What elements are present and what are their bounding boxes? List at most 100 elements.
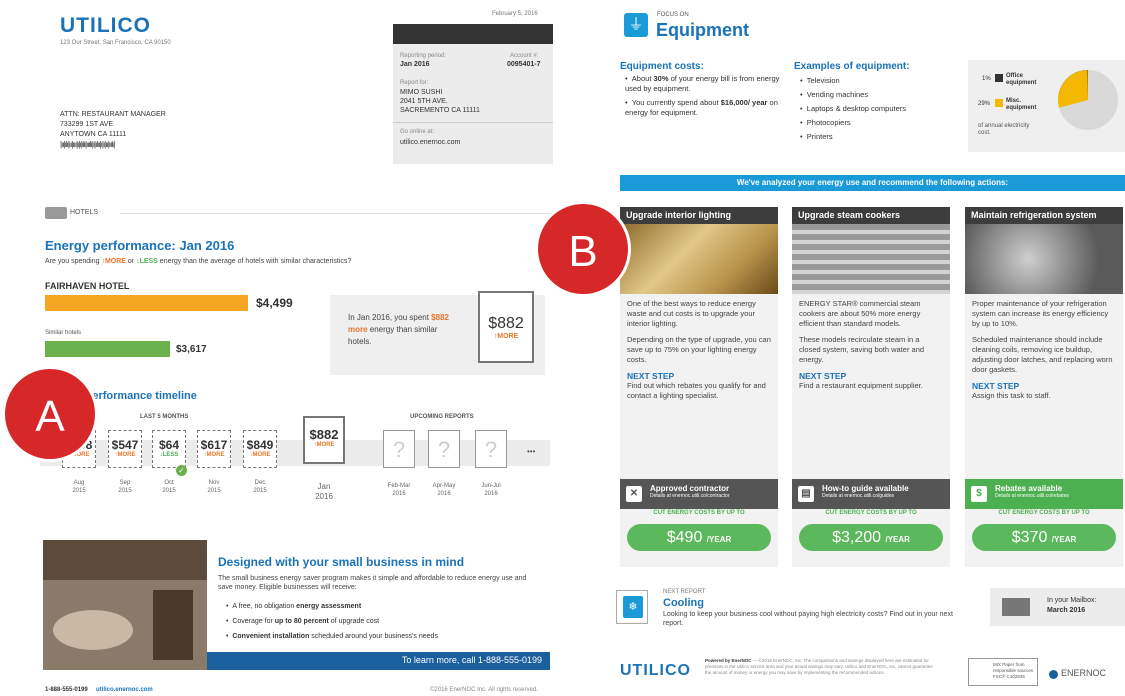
- postal-barcode: |ıı|ılı|ıı|ııı|ı|ı|ılı|ııılı|ı|ılıı|ı|ı|…: [60, 140, 115, 149]
- example-item: • Laptops & desktop computers: [800, 104, 907, 113]
- costs-title: Equipment costs:: [620, 61, 704, 72]
- doc-total: $882 ↑MORE: [478, 291, 534, 363]
- action-footer-title: Approved contractor: [650, 484, 730, 493]
- cut-label: CUT ENERGY COSTS BY UP TO: [653, 510, 745, 516]
- legend-swatch-office: [995, 74, 1003, 82]
- report-for-city: SACREMENTO CA 11111: [400, 107, 480, 114]
- lightbulbs-image: [620, 224, 778, 294]
- action-body: Proper maintenance of your refrigeration…: [965, 294, 1123, 406]
- next-report-title: Cooling: [663, 597, 704, 609]
- promo-bullets: • A free, no obligation energy assessmen…: [226, 599, 438, 644]
- example-item: • Photocopiers: [800, 118, 851, 127]
- timeline-value: $849: [246, 438, 274, 452]
- section-label: HOTELS: [70, 209, 99, 216]
- action-footer[interactable]: ✕ Approved contractor Details at enernoc…: [620, 479, 778, 509]
- action-body: ENERGY STAR® commercial steam cookers ar…: [792, 294, 950, 396]
- online-label: Go online at:: [400, 129, 435, 135]
- hotel-bar: [45, 295, 248, 311]
- equipment-pie: [1058, 69, 1118, 130]
- cut-label: CUT ENERGY COSTS BY UP TO: [998, 510, 1090, 516]
- action-footer-title: How-to guide available: [822, 484, 909, 493]
- utilico-logo-footer: UTILICO: [620, 662, 691, 679]
- timeline-date: Nov 2015: [194, 479, 234, 495]
- next-step-label: NEXT STEP: [799, 371, 847, 381]
- more-dots[interactable]: •••: [527, 447, 535, 456]
- timeline-year-label: 2015: [207, 488, 221, 494]
- hotel-name: FAIRHAVEN HOTEL: [45, 281, 130, 291]
- action-footer-detail: Details at enernoc.utili.co/guides: [822, 493, 894, 499]
- savings-value: $490: [666, 529, 703, 546]
- action-p1: Proper maintenance of your refrigeration…: [972, 299, 1109, 328]
- savings-period: /YEAR: [706, 535, 732, 544]
- next-step-label: NEXT STEP: [627, 371, 675, 381]
- account-box: Reporting period: Jan 2016 Account #: 00…: [393, 24, 553, 164]
- action-card-refrigeration: Maintain refrigeration system Proper mai…: [965, 207, 1123, 567]
- timeline-month-label: Oct: [164, 480, 174, 486]
- savings-value: $3,200: [832, 529, 882, 546]
- action-p2: These models recirculate steam in a clos…: [799, 335, 925, 364]
- timeline-year-label: 2015: [118, 488, 132, 494]
- bed-icon: [45, 207, 67, 219]
- focus-title: Equipment: [656, 20, 749, 40]
- timeline-title: Performance timeline: [85, 390, 197, 402]
- refrigeration-image: [965, 224, 1123, 294]
- legend-swatch-misc: [995, 99, 1003, 107]
- left-page: UTILICO 123 Our Street, San Francisco, C…: [0, 0, 560, 696]
- envelope-icon: [1002, 598, 1030, 616]
- timeline-sub: ↑MORE: [249, 452, 271, 458]
- timeline-month-label: Sep: [119, 480, 131, 486]
- next-report-text: Looking to keep your business cool witho…: [663, 611, 953, 627]
- action-title: Upgrade steam cookers: [792, 207, 950, 224]
- upcoming-date: Jun-Jul 2016: [471, 482, 511, 498]
- action-footer[interactable]: ▤ How-to guide available Details at ener…: [792, 479, 950, 509]
- timeline-date: Sep 2015: [105, 479, 145, 495]
- promo-call-text: To learn more, call 1-888-555-0199: [401, 655, 542, 665]
- perf-title: Energy performance: Jan 2016: [45, 238, 235, 253]
- action-body: One of the best ways to reduce energy wa…: [620, 294, 778, 406]
- timeline-month: $547 ↑MORE: [108, 430, 142, 468]
- footer-url[interactable]: utilico.enernoc.com: [96, 687, 153, 693]
- plug-icon: ⏚: [624, 13, 648, 37]
- timeline-sub: ↑MORE: [114, 452, 136, 458]
- upcoming-year-label: 2016: [392, 491, 406, 497]
- promo-call-bar[interactable]: To learn more, call 1-888-555-0199: [207, 652, 550, 670]
- online-url[interactable]: utilico.enernoc.com: [400, 139, 460, 146]
- next-step-text: Find out which rebates you qualify for a…: [627, 381, 766, 400]
- current-month: Jan: [317, 482, 331, 491]
- timeline-value: $547: [111, 438, 139, 452]
- action-p1: ENERGY STAR® commercial steam cookers ar…: [799, 299, 921, 328]
- period-label: Reporting period:: [400, 53, 447, 59]
- savings-pill: $370 /YEAR: [972, 524, 1116, 551]
- timeline-sub: ↓LESS: [159, 452, 179, 458]
- enernoc-logo-mark: [1049, 670, 1058, 679]
- timeline-current: $882 ↑MORE: [303, 416, 345, 464]
- examples-title: Examples of equipment:: [794, 61, 910, 72]
- upcoming-year-label: 2016: [484, 491, 498, 497]
- period-value: Jan 2016: [400, 61, 430, 68]
- footer-phone: 1-888-555-0199: [45, 687, 88, 693]
- summary-text: In Jan 2016, you spent $882 more energy …: [348, 313, 449, 346]
- action-footer[interactable]: $ Rebates available Details at enernoc.u…: [965, 479, 1123, 509]
- example-item: • Television: [800, 76, 840, 85]
- costs-item: • You currently spend about $16,000/ yea…: [625, 98, 778, 117]
- report-for-name: MIMO SUSHI: [400, 89, 443, 96]
- promo-bullet: • A free, no obligation energy assessmen…: [226, 603, 362, 610]
- current-value: $882: [309, 427, 339, 442]
- mailbox-date: March 2016: [1047, 607, 1086, 614]
- timeline-month-label: Dec: [254, 480, 266, 486]
- report-date: February 5, 2016: [492, 11, 538, 17]
- savings-period: /YEAR: [885, 535, 910, 544]
- savings-pill: $3,200 /YEAR: [799, 524, 943, 551]
- timeline-year-label: 2015: [162, 488, 176, 494]
- recommend-banner: We've analyzed your energy use and recom…: [620, 175, 1125, 191]
- next-step-label: NEXT STEP: [972, 381, 1020, 391]
- upcoming-report-icon: ?: [475, 430, 507, 468]
- timeline-date: Oct 2015: [149, 479, 189, 495]
- action-p2: Scheduled maintenance should include cle…: [972, 335, 1113, 374]
- costs-item: • About 30% of your energy bill is from …: [625, 74, 780, 93]
- action-title: Upgrade interior lighting: [620, 207, 778, 224]
- upcoming-year-label: 2016: [437, 491, 451, 497]
- mailing-address: ATTN: RESTAURANT MANAGER 733299 1ST AVE …: [60, 110, 166, 150]
- upcoming-month-label: Jun-Jul: [481, 483, 501, 489]
- upcoming-month-label: Apr-May: [432, 483, 456, 489]
